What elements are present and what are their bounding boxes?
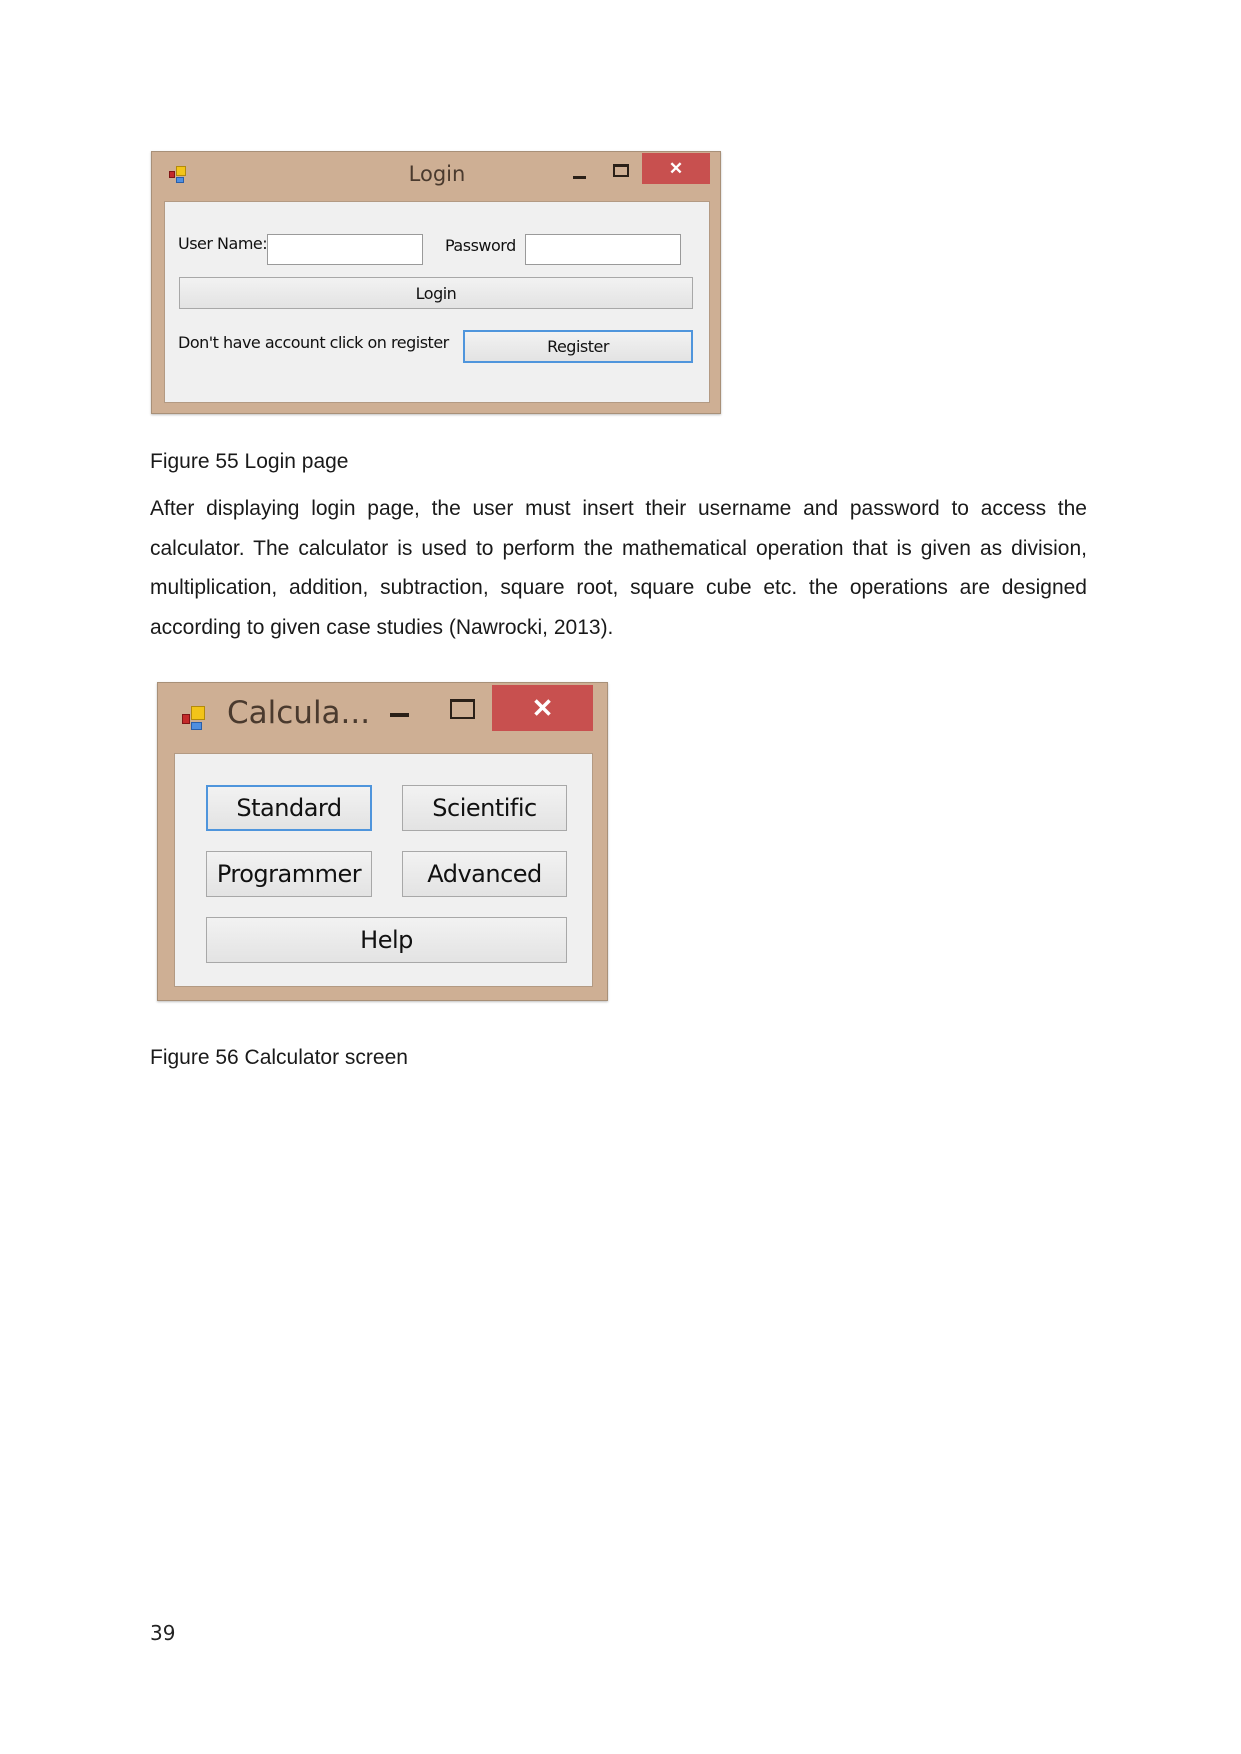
close-button[interactable]: ✕ — [492, 685, 593, 731]
close-icon: ✕ — [668, 158, 684, 178]
calculator-window: Calcula... ✕ Standard Scientific Program… — [157, 682, 608, 1001]
body-paragraph: After displaying login page, the user mu… — [150, 497, 1087, 639]
maximize-icon[interactable] — [450, 699, 475, 719]
login-window: Login ✕ User Name: Password Login Don't … — [151, 151, 721, 414]
figure-56-caption: Figure 56 Calculator screen — [150, 1046, 408, 1069]
register-button[interactable]: Register — [463, 330, 693, 363]
window-title: Calcula... — [227, 695, 371, 731]
password-input[interactable] — [525, 234, 681, 265]
programmer-button[interactable]: Programmer — [206, 851, 372, 897]
minimize-icon[interactable] — [573, 176, 586, 179]
window-client-area: User Name: Password Login Don't have acc… — [164, 201, 710, 403]
username-input[interactable] — [267, 234, 423, 265]
standard-button[interactable]: Standard — [206, 785, 372, 831]
scientific-button[interactable]: Scientific — [402, 785, 567, 831]
register-prompt: Don't have account click on register — [178, 333, 449, 352]
page-number: 39 — [150, 1621, 176, 1645]
close-icon: ✕ — [531, 692, 554, 723]
app-icon — [182, 706, 208, 734]
minimize-icon[interactable] — [390, 713, 409, 717]
help-button[interactable]: Help — [206, 917, 567, 963]
window-title: Login — [408, 162, 466, 186]
login-button[interactable]: Login — [179, 277, 693, 309]
close-button[interactable]: ✕ — [642, 153, 710, 184]
password-label: Password — [445, 236, 516, 255]
figure-55-caption: Figure 55 Login page — [150, 450, 349, 473]
username-label: User Name: — [178, 234, 268, 253]
maximize-icon[interactable] — [613, 164, 629, 177]
window-client-area: Standard Scientific Programmer Advanced … — [174, 753, 593, 987]
advanced-button[interactable]: Advanced — [402, 851, 567, 897]
